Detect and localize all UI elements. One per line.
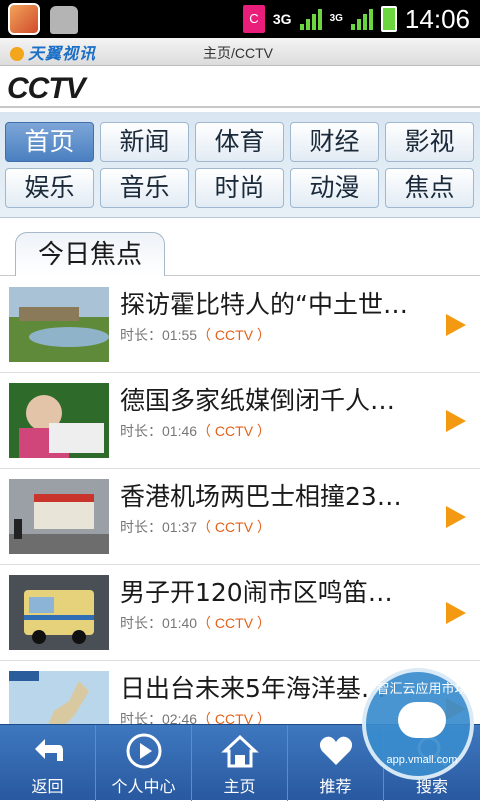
play-icon[interactable] <box>446 602 466 624</box>
video-duration: 时长：02:46 <box>120 711 198 724</box>
network-type-small: 3G <box>329 13 343 24</box>
tab-home[interactable]: 首页 <box>5 122 94 162</box>
play-circle-icon <box>126 733 161 769</box>
nav-label: 个人中心 <box>111 777 176 796</box>
status-bar: C 3G 3G 14:06 <box>0 0 480 38</box>
nav-profile-button[interactable]: 个人中心 <box>96 725 192 801</box>
video-duration: 时长：01:55 <box>120 327 198 343</box>
video-duration: 时长：01:40 <box>120 615 198 631</box>
video-meta: 时长：01:37（ CCTV ） <box>120 517 271 537</box>
signal-icon <box>299 8 322 30</box>
signal-icon-2 <box>350 8 373 30</box>
tab-movies[interactable]: 影视 <box>385 122 474 162</box>
network-type: 3G <box>272 11 292 27</box>
brand-name: 天翼视讯 <box>28 44 97 63</box>
nav-home-button[interactable]: 主页 <box>192 725 288 801</box>
tab-finance[interactable]: 财经 <box>290 122 379 162</box>
video-title: 香港机场两巴士相撞23… <box>120 482 402 511</box>
video-meta: 时长：01:40（ CCTV ） <box>120 613 271 633</box>
home-icon <box>220 734 259 768</box>
nav-label: 主页 <box>223 777 256 796</box>
section-tab-today[interactable]: 今日焦点 <box>15 232 165 276</box>
video-meta: 时长：01:46（ CCTV ） <box>120 421 271 441</box>
brand-logo: 天翼视讯 <box>10 40 96 64</box>
play-icon[interactable] <box>446 506 466 528</box>
cloud-icon <box>398 702 446 738</box>
list-item[interactable]: 探访霍比特人的“中土世… 时长：01:55（ CCTV ） <box>0 277 480 373</box>
channel-header: CCTV <box>0 66 480 108</box>
video-thumbnail <box>9 383 109 458</box>
clock: 14:06 <box>404 3 470 34</box>
video-source: （ CCTV ） <box>197 423 271 439</box>
list-item[interactable]: 男子开120闹市区鸣笛… 时长：01:40（ CCTV ） <box>0 565 480 661</box>
tab-fashion[interactable]: 时尚 <box>195 168 284 208</box>
back-arrow-icon <box>34 739 63 761</box>
video-duration: 时长：01:37 <box>120 519 198 535</box>
list-item[interactable]: 香港机场两巴士相撞23… 时长：01:37（ CCTV ） <box>0 469 480 565</box>
video-thumbnail <box>9 575 109 650</box>
video-thumbnail <box>9 287 109 362</box>
app-notification-icon <box>8 3 40 35</box>
battery-icon <box>380 6 397 32</box>
video-source: （ CCTV ） <box>197 615 271 631</box>
video-thumbnail <box>9 479 109 554</box>
video-source: （ CCTV ） <box>197 327 271 343</box>
section-header: 今日焦点 <box>0 228 480 276</box>
heart-icon <box>319 736 352 765</box>
notification-c-icon: C <box>242 5 265 33</box>
nav-label: 推荐 <box>319 777 352 796</box>
video-list: 探访霍比特人的“中土世… 时长：01:55（ CCTV ） 德国多家纸媒倒闭千人… <box>0 277 480 724</box>
watermark-url: app.vmall.com <box>386 754 458 766</box>
video-source: （ CCTV ） <box>197 519 271 535</box>
brand-mark-icon <box>10 47 24 61</box>
video-title: 探访霍比特人的“中土世… <box>120 290 408 319</box>
nav-label: 返回 <box>31 777 64 796</box>
app-header: 天翼视讯 主页/CCTV <box>0 38 480 66</box>
watermark-name: 智汇云应用市场 <box>376 682 468 697</box>
tab-music[interactable]: 音乐 <box>100 168 189 208</box>
video-source: （ CCTV ） <box>197 711 271 724</box>
play-icon[interactable] <box>446 410 466 432</box>
tab-entertainment[interactable]: 娱乐 <box>5 168 94 208</box>
tab-focus[interactable]: 焦点 <box>385 168 474 208</box>
list-item[interactable]: 德国多家纸媒倒闭千人… 时长：01:46（ CCTV ） <box>0 373 480 469</box>
android-icon <box>50 6 78 34</box>
video-title: 德国多家纸媒倒闭千人… <box>120 386 396 415</box>
video-title: 男子开120闹市区鸣笛… <box>120 578 393 607</box>
nav-back-button[interactable]: 返回 <box>0 725 96 801</box>
video-thumbnail <box>9 671 109 724</box>
breadcrumb: 主页/CCTV <box>203 45 273 61</box>
channel-logo: CCTV <box>7 72 86 105</box>
play-icon[interactable] <box>446 314 466 336</box>
video-meta: 时长：01:55（ CCTV ） <box>120 325 271 345</box>
video-meta: 时长：02:46（ CCTV ） <box>120 709 271 724</box>
video-duration: 时长：01:46 <box>120 423 198 439</box>
tab-news[interactable]: 新闻 <box>100 122 189 162</box>
category-tabs: 首页 新闻 体育 财经 影视 娱乐 音乐 时尚 动漫 焦点 <box>0 112 480 218</box>
app-market-watermark: 智汇云应用市场 app.vmall.com <box>362 668 474 780</box>
tab-sports[interactable]: 体育 <box>195 122 284 162</box>
tab-anime[interactable]: 动漫 <box>290 168 379 208</box>
